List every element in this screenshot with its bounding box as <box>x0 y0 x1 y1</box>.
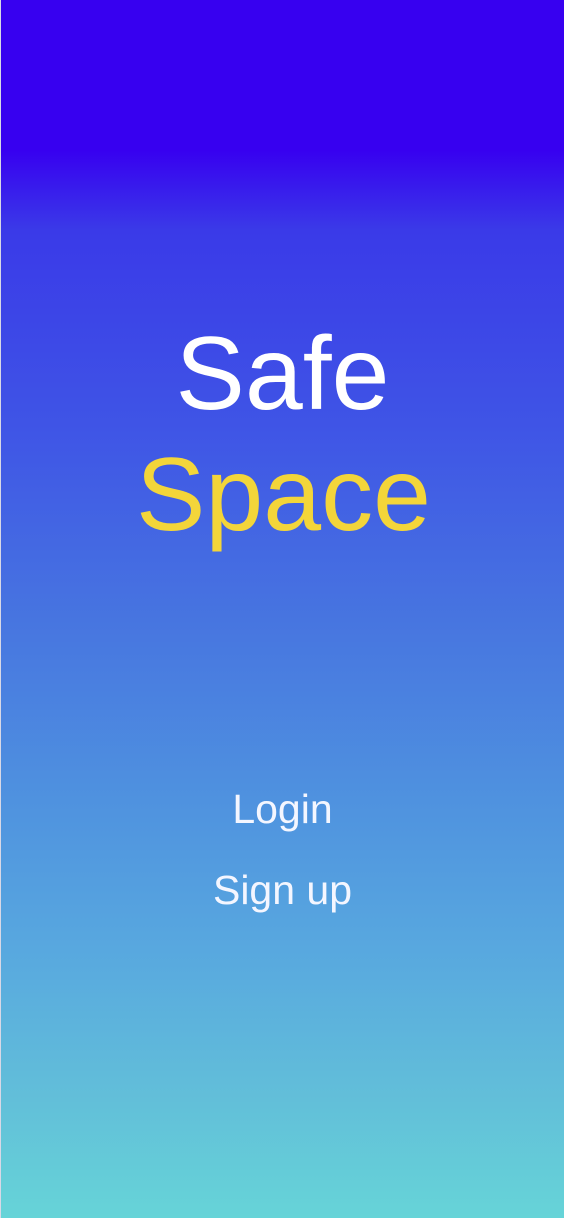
signup-link-container: Sign up <box>1 866 564 915</box>
login-link[interactable]: Login <box>222 785 342 834</box>
app-title-space: Space <box>136 437 431 553</box>
login-link-container: Login <box>1 785 564 834</box>
signup-link[interactable]: Sign up <box>203 866 362 915</box>
app-title-safe: Safe <box>175 316 390 432</box>
welcome-screen: Safe Space Login Sign up <box>0 0 564 1218</box>
